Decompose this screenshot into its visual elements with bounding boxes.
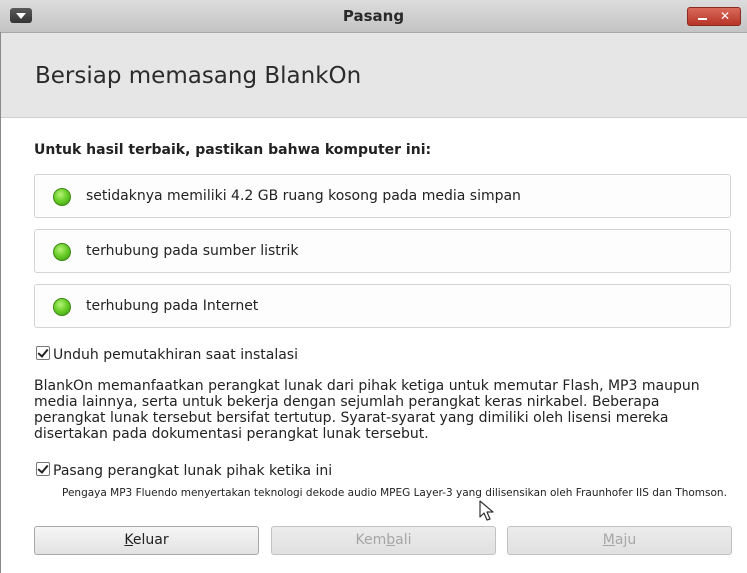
window-titlebar[interactable]: Pasang ✕ [0, 0, 747, 33]
requirements-heading: Untuk hasil terbaik, pastikan bahwa komp… [34, 142, 432, 158]
third-party-option[interactable]: Pasang perangkat lunak pihak ketika ini [36, 462, 332, 479]
back-label-end: ali [395, 532, 412, 548]
page-header: Bersiap memasang BlankOn [1, 33, 747, 118]
forward-label: aju [614, 532, 637, 548]
minimize-icon[interactable] [698, 18, 707, 20]
third-party-checkbox[interactable] [36, 462, 50, 476]
requirement-label: terhubung pada sumber listrik [86, 243, 299, 259]
status-ok-icon [53, 188, 71, 206]
quit-button[interactable]: Keluar [34, 526, 259, 555]
quit-label: eluar [132, 532, 169, 548]
status-ok-icon [53, 243, 71, 261]
page-title: Bersiap memasang BlankOn [35, 63, 362, 89]
requirement-power: terhubung pada sumber listrik [34, 229, 731, 273]
quit-mnemonic: K [124, 532, 133, 548]
forward-button[interactable]: Maju [507, 526, 732, 555]
download-updates-checkbox[interactable] [36, 346, 50, 360]
window-controls[interactable]: ✕ [687, 7, 741, 26]
requirement-label: terhubung pada Internet [86, 298, 259, 314]
back-mnemonic: b [386, 532, 396, 548]
requirement-internet: terhubung pada Internet [34, 284, 731, 328]
back-button[interactable]: Kembali [271, 526, 496, 555]
mp3-license-note: Pengaya MP3 Fluendo menyertakan teknolog… [62, 487, 727, 499]
third-party-label[interactable]: Pasang perangkat lunak pihak ketika ini [53, 463, 332, 479]
requirement-label: setidaknya memiliki 4.2 GB ruang kosong … [86, 188, 521, 204]
third-party-description: BlankOn memanfaatkan perangkat lunak dar… [34, 378, 700, 442]
requirement-disk-space: setidaknya memiliki 4.2 GB ruang kosong … [34, 174, 731, 218]
window-title: Pasang [342, 7, 405, 25]
status-ok-icon [53, 298, 71, 316]
back-label-start: Kem [355, 532, 387, 548]
download-updates-option[interactable]: Unduh pemutakhiran saat instalasi [36, 346, 298, 363]
forward-mnemonic: M [602, 532, 615, 548]
mouse-pointer-icon [479, 500, 494, 521]
download-updates-label[interactable]: Unduh pemutakhiran saat instalasi [53, 347, 298, 363]
close-icon[interactable]: ✕ [720, 8, 730, 24]
